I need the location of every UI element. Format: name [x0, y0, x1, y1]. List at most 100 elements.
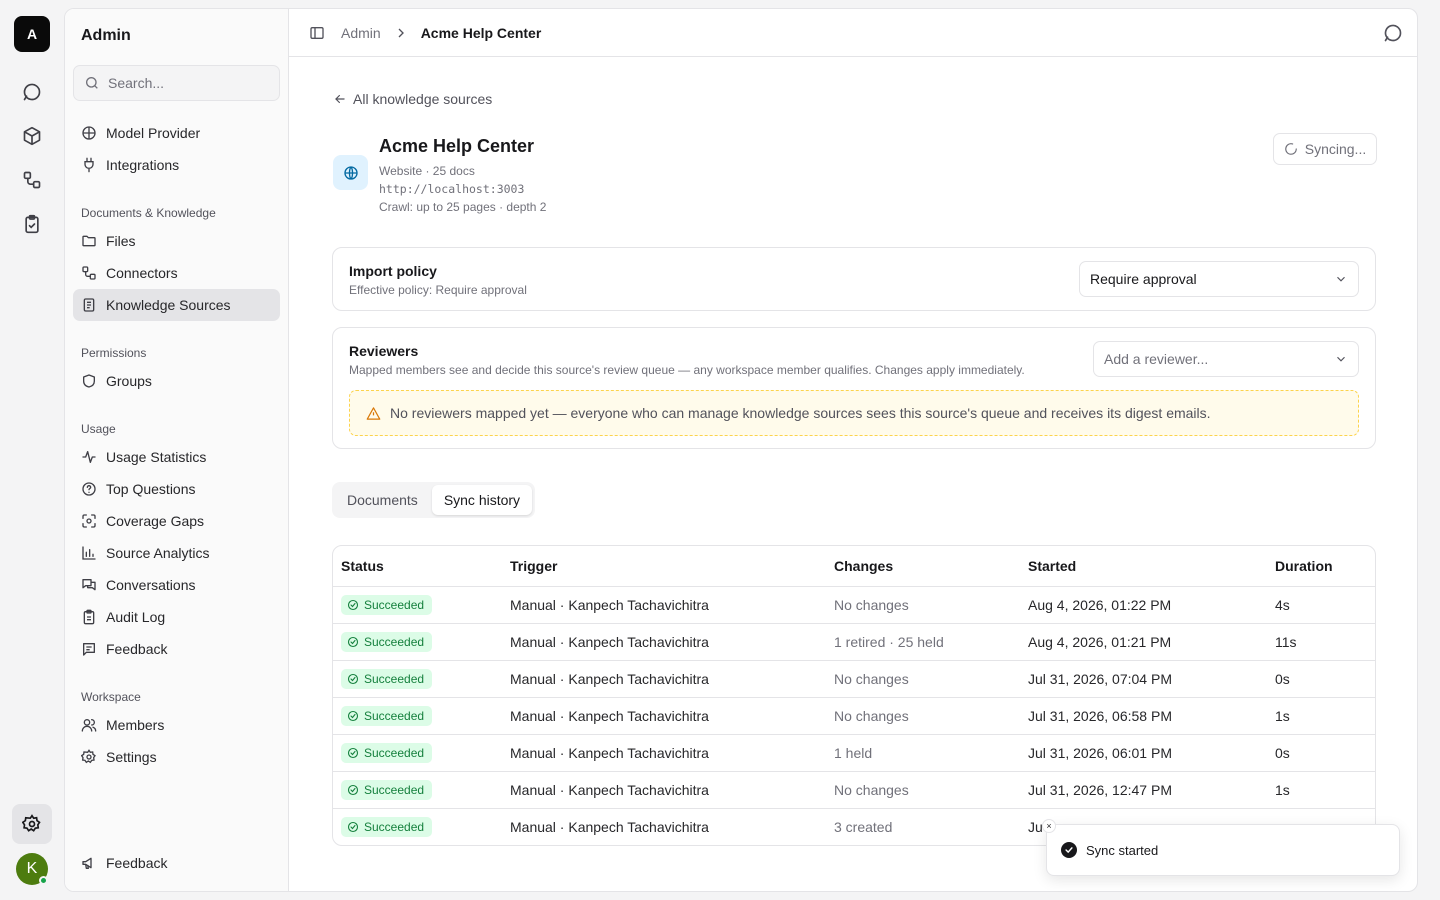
workflow-icon[interactable] [14, 162, 50, 198]
breadcrumb-parent[interactable]: Admin [341, 25, 381, 41]
check-circle-icon [347, 821, 359, 833]
avatar-letter: K [26, 860, 38, 877]
group-label-documents: Documents & Knowledge [81, 206, 216, 220]
group-label-workspace: Workspace [81, 690, 141, 704]
table-row[interactable]: Succeeded Manual · Kanpech Tachavichitra 1… [333, 734, 1375, 771]
started-cell: Jul 31, 2026, 12:47 PM [1028, 782, 1172, 798]
sidebar-item-usage-statistics[interactable]: Usage Statistics [73, 441, 280, 473]
help-circle-icon [82, 482, 96, 496]
chevron-down-icon [1337, 276, 1345, 282]
duration-cell: 1s [1275, 708, 1290, 724]
box-icon[interactable] [14, 118, 50, 154]
folder-icon [82, 235, 96, 247]
check-circle-icon [347, 673, 359, 685]
workspace-logo[interactable]: A [14, 16, 50, 52]
trigger-cell: Manual · Kanpech Tachavichitra [510, 597, 709, 613]
main-content: Admin Acme Help Center All knowledge sou… [289, 9, 1417, 891]
sidebar-item-top-questions[interactable]: Top Questions [73, 473, 280, 505]
sidebar-item-files[interactable]: Files [73, 225, 280, 257]
tab-sync-history[interactable]: Sync history [431, 485, 533, 515]
search-placeholder: Search... [108, 75, 165, 91]
column-header-changes: Changes [834, 558, 894, 574]
admin-sidebar: Admin Search... Model Provider Integrati… [65, 9, 289, 891]
source-meta: Website · 25 docs [379, 164, 475, 178]
bar-chart-icon [82, 546, 96, 560]
changes-cell: 1 held [834, 745, 873, 761]
tab-documents[interactable]: Documents [335, 485, 430, 515]
admin-settings-button[interactable] [12, 804, 52, 844]
gear-icon [81, 749, 96, 764]
message-square-text-icon [83, 643, 95, 656]
sidebar-item-groups[interactable]: Groups [73, 365, 280, 397]
table-row[interactable]: Succeeded Manual · Kanpech Tachavichitra 1… [333, 623, 1375, 660]
trigger-cell: Manual · Kanpech Tachavichitra [510, 782, 709, 798]
sidebar-item-integrations[interactable]: Integrations [73, 149, 280, 181]
sidebar-feedback-button[interactable]: Feedback [73, 847, 280, 879]
sidebar-item-model-provider[interactable]: Model Provider [73, 117, 280, 149]
status-badge: Succeeded [341, 669, 433, 689]
toast-message: Sync started [1086, 842, 1159, 858]
status-badge: Succeeded [341, 632, 433, 652]
import-policy-value: Require approval [1090, 271, 1197, 287]
sync-button[interactable]: Syncing... [1273, 133, 1377, 165]
source-title: Acme Help Center [379, 136, 535, 156]
import-policy-subtitle: Effective policy: Require approval [349, 283, 527, 297]
warning-text: No reviewers mapped yet — everyone who c… [390, 405, 1211, 421]
check-circle-icon [347, 599, 359, 611]
table-header: Status Trigger Changes Started Duration [333, 546, 1375, 586]
reviewers-title: Reviewers [349, 343, 419, 359]
toast-close-button[interactable]: × [1042, 819, 1056, 833]
brain-icon [82, 126, 96, 140]
sidebar-item-conversations[interactable]: Conversations [73, 569, 280, 601]
sidebar-item-label: Feedback [106, 855, 168, 871]
column-header-trigger: Trigger [510, 558, 558, 574]
sidebar-title: Admin [81, 27, 131, 44]
trigger-cell: Manual · Kanpech Tachavichitra [510, 671, 709, 687]
messages-icon [82, 579, 96, 591]
sidebar-item-coverage-gaps[interactable]: Coverage Gaps [73, 505, 280, 537]
sync-button-label: Syncing... [1304, 141, 1367, 157]
table-row[interactable]: Succeeded Manual · Kanpech Tachavichitra N… [333, 660, 1375, 697]
table-row[interactable]: Succeeded Manual · Kanpech Tachavichitra N… [333, 586, 1375, 623]
back-link[interactable]: All knowledge sources [333, 91, 492, 107]
sidebar-item-label: Settings [106, 749, 157, 765]
sidebar-item-audit-log[interactable]: Audit Log [73, 601, 280, 633]
table-row[interactable]: Succeeded Manual · Kanpech Tachavichitra N… [333, 697, 1375, 734]
source-crawl-settings: Crawl: up to 25 pages · depth 2 [379, 200, 547, 214]
trigger-cell: Manual · Kanpech Tachavichitra [510, 634, 709, 650]
sidebar-item-label: Usage Statistics [106, 449, 207, 465]
chat-icon[interactable] [14, 74, 50, 110]
status-badge: Succeeded [341, 595, 433, 615]
sidebar-item-label: Source Analytics [106, 545, 210, 561]
sidebar-item-label: Conversations [106, 577, 196, 593]
sidebar-item-members[interactable]: Members [73, 709, 280, 741]
sidebar-item-knowledge-sources[interactable]: Knowledge Sources [73, 289, 280, 321]
clipboard-check-icon[interactable] [14, 206, 50, 242]
duration-cell: 0s [1275, 671, 1290, 687]
status-badge: Succeeded [341, 817, 433, 837]
globe-icon [333, 155, 368, 190]
trigger-cell: Manual · Kanpech Tachavichitra [510, 745, 709, 761]
sidebar-item-connectors[interactable]: Connectors [73, 257, 280, 289]
started-cell: Jul 31, 2026, 06:58 PM [1028, 708, 1172, 724]
table-row[interactable]: Succeeded Manual · Kanpech Tachavichitra N… [333, 771, 1375, 808]
sidebar-search[interactable]: Search... [73, 65, 280, 101]
chat-icon[interactable] [1383, 23, 1403, 43]
sidebar-item-feedback[interactable]: Feedback [73, 633, 280, 665]
check-circle-icon [347, 784, 359, 796]
sidebar-toggle-icon[interactable] [309, 25, 325, 41]
changes-cell: No changes [834, 708, 909, 724]
app-frame: Admin Search... Model Provider Integrati… [64, 8, 1418, 892]
started-cell: Aug 4, 2026, 01:21 PM [1028, 634, 1172, 650]
import-policy-card: Import policy Effective policy: Require … [332, 247, 1376, 311]
import-policy-select[interactable]: Require approval [1079, 261, 1359, 297]
user-avatar[interactable]: K [16, 853, 48, 885]
sidebar-item-source-analytics[interactable]: Source Analytics [73, 537, 280, 569]
sidebar-item-settings[interactable]: Settings [73, 741, 280, 773]
column-header-duration: Duration [1275, 558, 1333, 574]
chevron-right-icon [398, 28, 404, 37]
add-reviewer-select[interactable]: Add a reviewer... [1093, 341, 1359, 377]
changes-cell: No changes [834, 782, 909, 798]
duration-cell: 11s [1275, 634, 1297, 650]
sidebar-item-label: Top Questions [106, 481, 196, 497]
